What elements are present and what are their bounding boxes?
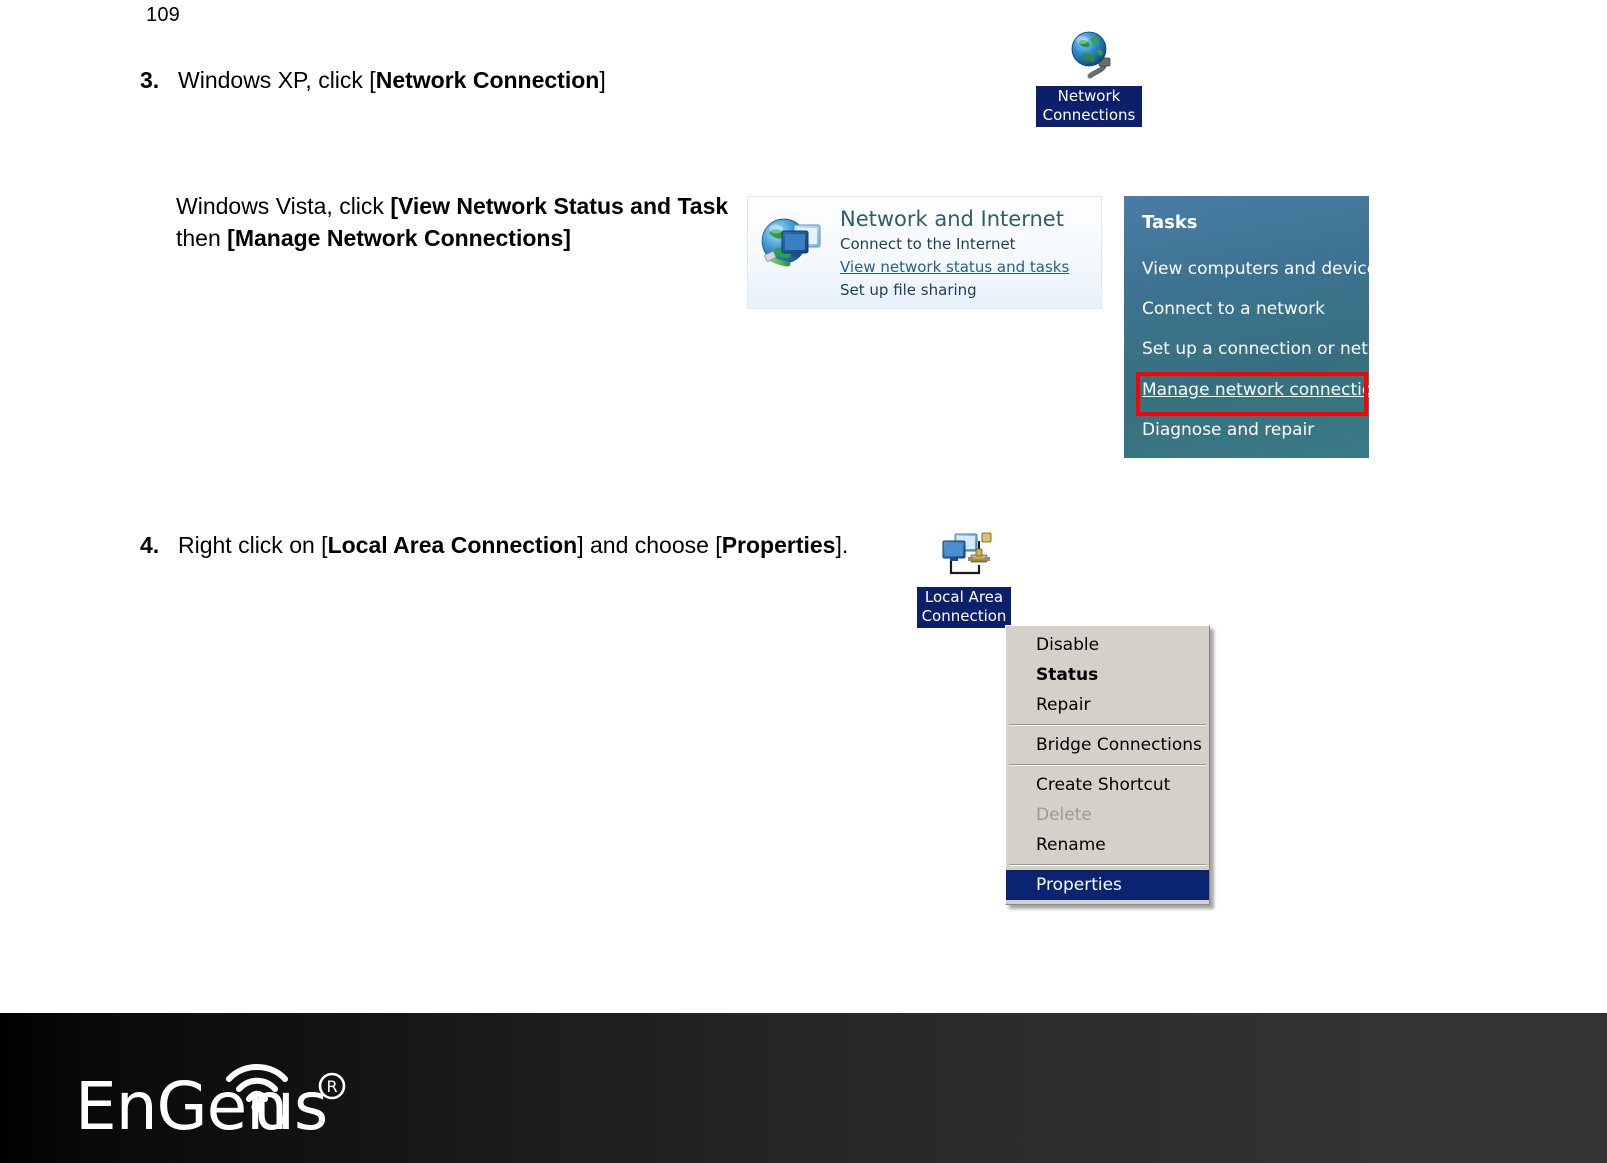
local-area-connection-icon-label-line1: Local Area <box>924 588 1004 606</box>
network-connections-icon-label-line2: Connections <box>1042 106 1136 124</box>
network-and-internet-card: Network and Internet Connect to the Inte… <box>747 196 1102 309</box>
svg-text:R: R <box>326 1077 337 1096</box>
local-area-connection-icon <box>937 529 995 585</box>
vista-instruction-line-1-prefix: Windows Vista, click <box>176 193 391 219</box>
step-4-number: 4. <box>140 532 160 558</box>
network-and-internet-item-0[interactable]: Connect to the Internet <box>840 233 1069 256</box>
network-connections-desktop-icon[interactable]: Network Connections <box>1036 28 1142 134</box>
vista-instruction-paragraph: Windows Vista, click [View Network Statu… <box>176 190 728 254</box>
step-3-text-prefix: Windows XP, click [ <box>178 67 376 93</box>
vista-instruction-line-2: then [Manage Network Connections] <box>176 222 728 254</box>
view-network-status-and-tasks-link[interactable]: View network status and tasks <box>840 256 1069 279</box>
network-connections-icon-label: Network Connections <box>1036 86 1142 127</box>
step-3-text: Windows XP, click [Network Connection] <box>178 64 606 97</box>
context-menu-separator-1 <box>1009 724 1206 726</box>
context-menu-separator-3 <box>1009 864 1206 866</box>
tasks-item-connect-to-a-network[interactable]: Connect to a network <box>1142 298 1325 320</box>
tasks-item-view-computers-and-devices[interactable]: View computers and devices <box>1142 258 1369 280</box>
context-menu-item-create-shortcut[interactable]: Create Shortcut <box>1006 770 1209 800</box>
context-menu-item-disable[interactable]: Disable <box>1006 630 1209 660</box>
step-3-number: 3. <box>140 67 160 93</box>
step-3-text-suffix: ] <box>599 67 606 93</box>
network-and-internet-icon <box>758 211 830 281</box>
tasks-item-set-up-a-connection-or-network[interactable]: Set up a connection or network <box>1142 338 1369 360</box>
step-4-text-suffix: ]. <box>835 532 849 558</box>
tasks-pane: Tasks View computers and devices Connect… <box>1124 196 1369 458</box>
network-and-internet-item-2[interactable]: Set up file sharing <box>840 279 1069 302</box>
context-menu-separator-2 <box>1009 764 1206 766</box>
tasks-pane-heading: Tasks <box>1142 212 1198 233</box>
network-connections-icon-label-line1: Network <box>1057 87 1121 105</box>
local-area-connection-icon-label: Local Area Connection <box>917 587 1011 628</box>
step-4-text: Right click on [Local Area Connection] a… <box>178 529 848 562</box>
network-and-internet-title: Network and Internet <box>840 207 1064 231</box>
step-4-text-mid: ] and choose [ <box>577 532 722 558</box>
engenius-logo: EnGen us R <box>57 1053 387 1145</box>
vista-instruction-line-2-prefix: then <box>176 225 228 251</box>
tasks-item-manage-network-connections[interactable]: Manage network connections <box>1142 379 1369 401</box>
svg-text:us: us <box>253 1068 327 1135</box>
network-connections-globe-icon <box>1066 28 1118 80</box>
context-menu-item-status[interactable]: Status <box>1006 660 1209 690</box>
tasks-item-diagnose-and-repair[interactable]: Diagnose and repair <box>1142 419 1314 441</box>
context-menu-item-repair[interactable]: Repair <box>1006 690 1209 720</box>
local-area-connection-desktop-icon[interactable]: Local Area Connection <box>917 529 1011 629</box>
context-menu-item-bridge-connections[interactable]: Bridge Connections <box>1006 730 1209 760</box>
context-menu-item-properties[interactable]: Properties <box>1006 870 1209 900</box>
step-3: 3. Windows XP, click [Network Connection… <box>140 64 606 97</box>
page-footer: EnGen us R <box>0 1013 1607 1163</box>
network-and-internet-card-text: Network and Internet Connect to the Inte… <box>840 205 1069 302</box>
context-menu-item-rename[interactable]: Rename <box>1006 830 1209 860</box>
vista-instruction-line-2-bold: [Manage Network Connections] <box>227 225 571 251</box>
vista-instruction-line-1-bold: [View Network Status and Task <box>390 193 729 219</box>
local-area-connection-context-menu: Disable Status Repair Bridge Connections… <box>1005 625 1210 905</box>
step-4-text-bold2: Properties <box>721 532 836 558</box>
context-menu-item-delete: Delete <box>1036 805 1092 825</box>
step-4: 4. Right click on [Local Area Connection… <box>140 529 848 562</box>
manual-page: 109 3. Windows XP, click [Network Connec… <box>0 0 1607 1163</box>
step-3-text-bold: Network Connection <box>375 67 600 93</box>
step-4-text-prefix: Right click on [ <box>178 532 328 558</box>
vista-instruction-line-1: Windows Vista, click [View Network Statu… <box>176 190 728 222</box>
local-area-connection-icon-label-line2: Connection <box>921 607 1007 625</box>
step-4-text-bold: Local Area Connection <box>327 532 578 558</box>
page-number: 109 <box>146 4 180 26</box>
